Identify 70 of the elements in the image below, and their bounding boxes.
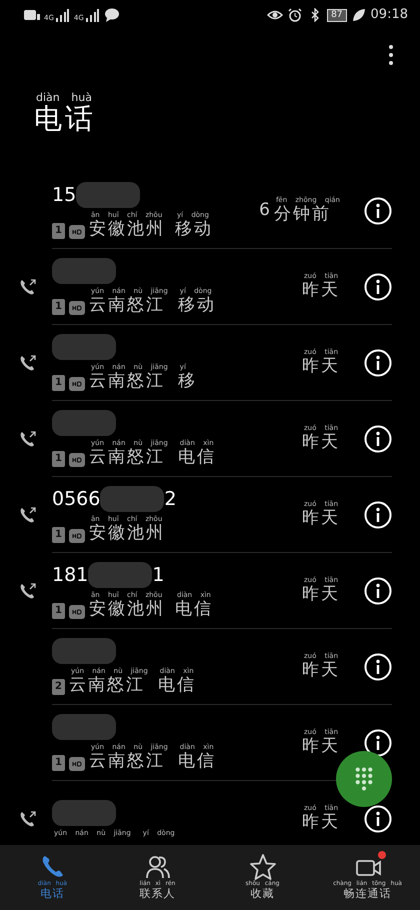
- call-time: 昨天: [302, 813, 340, 832]
- phone-number: 0566: [52, 487, 100, 512]
- more-options-icon[interactable]: [388, 44, 394, 66]
- blurred-patch: [52, 638, 116, 664]
- call-time: 昨天: [302, 737, 340, 756]
- location-text: 安徽池州: [89, 600, 165, 619]
- blurred-patch: [52, 334, 116, 360]
- sim-badge: 1: [52, 374, 65, 391]
- sim-badge: 1: [52, 222, 65, 239]
- sim-badge: 1: [52, 298, 65, 315]
- call-time: 6: [259, 199, 270, 222]
- info-icon[interactable]: [364, 196, 392, 224]
- location-text: 云南怒江: [89, 752, 165, 771]
- eye-icon: [267, 8, 284, 22]
- sim-badge: 1: [52, 526, 65, 543]
- phone-number: 181: [52, 563, 88, 588]
- pinyin-text: diàn huà: [35, 92, 92, 104]
- info-icon[interactable]: [364, 652, 392, 680]
- info-icon[interactable]: [364, 576, 392, 604]
- blurred-patch: [52, 714, 116, 740]
- info-icon[interactable]: [364, 348, 392, 376]
- sim-badge: 1: [52, 754, 65, 771]
- location-text: 云南怒江: [89, 296, 165, 315]
- sim-badge: 1: [52, 602, 65, 619]
- blurred-patch: [52, 258, 116, 284]
- call-time: 昨天: [302, 585, 340, 604]
- blurred-patch: [52, 800, 116, 826]
- call-time: 昨天: [302, 357, 340, 376]
- info-icon[interactable]: [364, 424, 392, 452]
- sim-badge: 2: [52, 678, 65, 695]
- location-text: 云南怒江: [69, 676, 145, 695]
- star-icon: [248, 853, 276, 881]
- call-time: 昨天: [302, 433, 340, 452]
- info-icon[interactable]: [364, 500, 392, 528]
- battery-level: 87: [327, 8, 347, 22]
- info-icon[interactable]: [364, 804, 392, 832]
- call-time: 昨天: [302, 661, 340, 680]
- page-title: 电话: [34, 104, 96, 135]
- location-text: 云南怒江: [89, 372, 165, 391]
- chat-icon: [104, 8, 120, 22]
- location-text: 安徽池州: [89, 220, 165, 239]
- blurred-patch: [88, 562, 152, 588]
- location-text: 安徽池州: [89, 524, 165, 543]
- clock-time: 09:18: [370, 6, 408, 24]
- blurred-patch: [100, 486, 164, 512]
- blurred-patch: [52, 410, 116, 436]
- location-text: 电信: [178, 752, 216, 771]
- location-text: 电信: [175, 600, 213, 619]
- phone-number: 2: [164, 487, 176, 512]
- info-icon[interactable]: [364, 272, 392, 300]
- sim-badge: 1: [52, 450, 65, 467]
- contacts-icon: [144, 853, 172, 881]
- dialpad-icon: [354, 766, 374, 792]
- call-time: 昨天: [302, 281, 340, 300]
- info-icon[interactable]: [364, 728, 392, 756]
- phone-number: 1: [152, 563, 164, 588]
- blurred-patch: [76, 182, 140, 208]
- location-text: 云南怒江: [89, 448, 165, 467]
- alarm-icon: [287, 8, 304, 22]
- signal-icon: [54, 8, 70, 22]
- call-time: 分钟前: [274, 205, 331, 224]
- location-text: 移: [178, 372, 197, 391]
- signal-icon: [84, 8, 100, 22]
- location-text: 移动: [178, 296, 216, 315]
- location-text: 电信: [178, 448, 216, 467]
- location-text: 电信: [158, 676, 196, 695]
- leaf-icon: [350, 8, 367, 22]
- call-time: 昨天: [302, 509, 340, 528]
- location-text: 移动: [175, 220, 213, 239]
- phone-number: 15: [52, 183, 76, 208]
